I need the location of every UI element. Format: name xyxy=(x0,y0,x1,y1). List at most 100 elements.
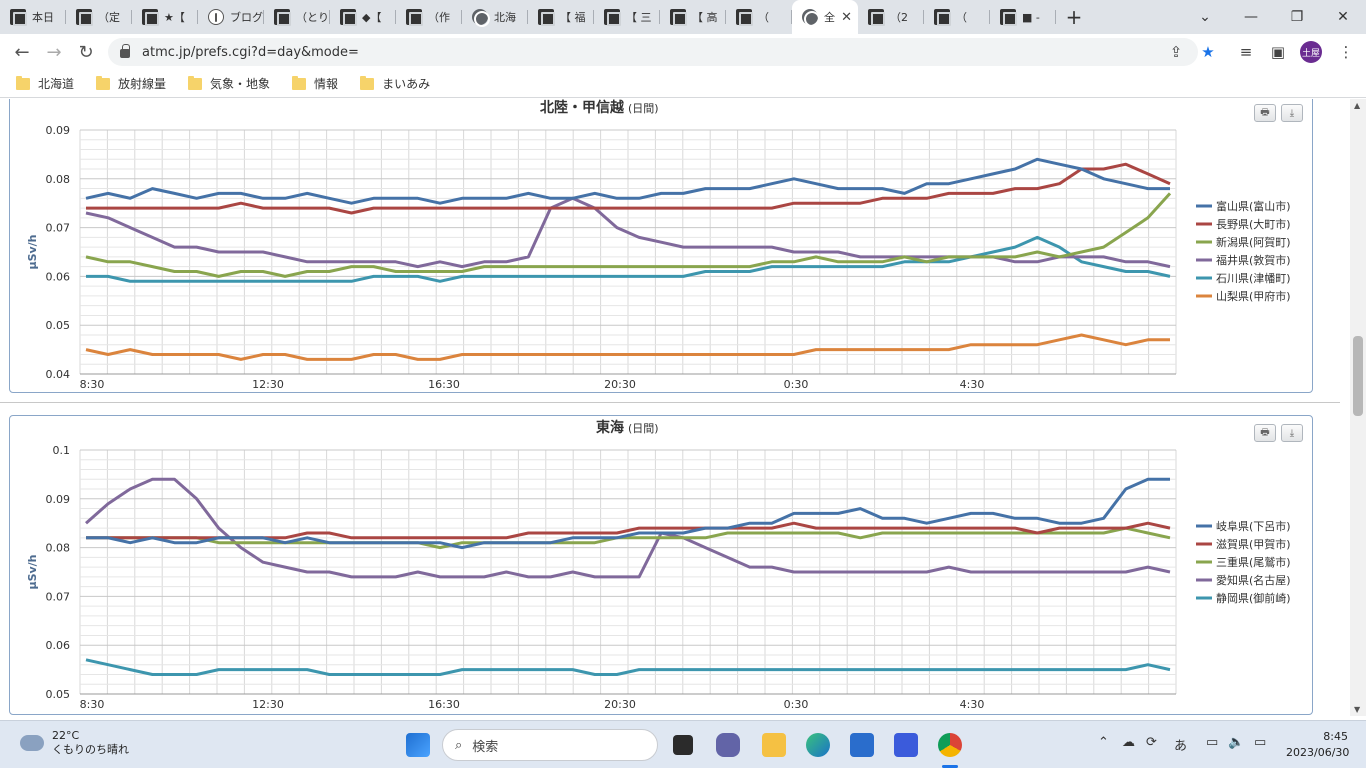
volume-icon[interactable]: 🔈 xyxy=(1228,735,1244,750)
chrome-icon[interactable] xyxy=(938,733,962,757)
y-tick-label: 0.09 xyxy=(46,124,71,137)
y-tick-label: 0.06 xyxy=(46,639,71,652)
browser-tab[interactable]: （2 xyxy=(858,0,924,34)
bookmark-folder[interactable]: 放射線量 xyxy=(96,75,166,92)
legend-entry: 愛知県(名古屋) xyxy=(1216,573,1291,587)
browser-tab[interactable]: 【 福 xyxy=(528,0,594,34)
app-icon[interactable] xyxy=(894,733,918,757)
browser-tab[interactable]: ◆【 xyxy=(330,0,396,34)
share-icon[interactable]: ⇪ xyxy=(1164,40,1188,64)
browser-tab[interactable]: ■ - xyxy=(990,0,1056,34)
browser-tab[interactable]: ★【 xyxy=(132,0,198,34)
bookmark-folder[interactable]: 情報 xyxy=(292,75,338,92)
tab-title: ◆【 xyxy=(362,11,382,24)
x-tick-label: 0:30 xyxy=(784,378,809,391)
legend-entry: 岐阜県(下呂市) xyxy=(1216,519,1291,533)
print-icon[interactable]: 🖶 xyxy=(1254,424,1276,442)
browser-tab[interactable]: 【 高 xyxy=(660,0,726,34)
store-icon[interactable] xyxy=(850,733,874,757)
restore-button[interactable]: ❐ xyxy=(1274,0,1320,34)
menu-kebab-icon[interactable]: ⋮ xyxy=(1334,40,1358,64)
browser-tab[interactable]: （ xyxy=(924,0,990,34)
download-icon[interactable]: ⤓ xyxy=(1281,424,1303,442)
cloud-sun-icon xyxy=(16,729,44,751)
browser-tab[interactable]: （作 xyxy=(396,0,462,34)
browser-tab[interactable]: 北海 xyxy=(462,0,528,34)
tab-title: 【 福 xyxy=(560,11,586,24)
profile-avatar[interactable]: 土屋 xyxy=(1300,41,1322,63)
reload-icon[interactable]: ↻ xyxy=(70,36,102,68)
side-panel-icon[interactable]: ▣ xyxy=(1266,40,1290,64)
teams-chat-icon[interactable] xyxy=(716,733,740,757)
site-icon xyxy=(406,9,423,26)
windows-taskbar: 22°C くもりのち晴れ ⌕ 検索 ⌃ ☁ ⟳ あ ▭ 🔈 ▭ 8:45 202… xyxy=(0,720,1366,768)
info-icon xyxy=(208,9,224,25)
chart-hokuriku: 北陸・甲信越 (日間) 0.09 0.08 0.07 0.06 0.05 0.04 μSv/h 8… xyxy=(26,99,1291,391)
x-tick-label: 16:30 xyxy=(428,698,460,711)
bookmark-star-icon[interactable]: ★ xyxy=(1196,40,1220,64)
legend-entry: 山梨県(甲府市) xyxy=(1216,289,1291,303)
task-view-icon[interactable] xyxy=(673,735,693,755)
battery-icon[interactable]: ▭ xyxy=(1254,735,1266,750)
x-tick-label: 8:30 xyxy=(80,698,105,711)
browser-tab[interactable]: 本日 xyxy=(0,0,66,34)
bookmark-folder[interactable]: まいあみ xyxy=(360,75,430,92)
bookmark-folder[interactable]: 気象・地象 xyxy=(188,75,270,92)
forward-arrow-icon[interactable]: → xyxy=(38,36,70,68)
tab-search-chevron-icon[interactable]: ⌄ xyxy=(1182,0,1228,34)
chart-panel-hokuriku: 北陸・甲信越 (日間) 0.09 0.08 0.07 0.06 0.05 0.04 μSv/h 8… xyxy=(9,99,1313,393)
onedrive-icon[interactable]: ☁ xyxy=(1122,735,1135,750)
tab-strip: 本日 （定 ★【 ブログ （とり ◆【 （作 北海【 福【 三【 高（全 ✕ （2 （■ - + xyxy=(0,0,1366,34)
page-scrollbar[interactable]: ▲ ▼ xyxy=(1350,99,1366,716)
tab-title: ブログ xyxy=(230,11,263,24)
browser-tab[interactable]: 【 三 xyxy=(594,0,660,34)
y-tick-label: 0.08 xyxy=(46,542,71,555)
weather-widget[interactable]: 22°C くもりのち晴れ xyxy=(16,729,129,757)
x-tick-label: 20:30 xyxy=(604,698,636,711)
site-icon xyxy=(868,9,885,26)
url-text[interactable]: atmc.jp/prefs.cgi?d=day&mode= xyxy=(142,45,359,60)
clock[interactable]: 8:45 2023/06/30 xyxy=(1286,729,1349,761)
new-tab-button[interactable]: + xyxy=(1056,5,1092,29)
ime-indicator[interactable]: あ xyxy=(1174,735,1187,754)
sync-icon[interactable]: ⟳ xyxy=(1146,735,1157,750)
x-tick-label: 12:30 xyxy=(252,698,284,711)
back-arrow-icon[interactable]: ← xyxy=(6,36,38,68)
x-tick-label: 12:30 xyxy=(252,378,284,391)
reading-list-icon[interactable]: ≡ xyxy=(1234,40,1258,64)
scroll-down-arrow-icon[interactable]: ▼ xyxy=(1354,705,1360,714)
close-tab-icon[interactable]: ✕ xyxy=(841,10,852,25)
scroll-up-arrow-icon[interactable]: ▲ xyxy=(1354,101,1360,110)
y-tick-label: 0.1 xyxy=(53,444,71,457)
legend-entry: 富山県(富山市) xyxy=(1216,199,1291,213)
chevron-up-icon[interactable]: ⌃ xyxy=(1098,735,1109,750)
edge-browser-icon[interactable] xyxy=(806,733,830,757)
temperature: 22°C xyxy=(52,729,80,742)
tab-title: 全 xyxy=(824,11,835,24)
bookmark-folder[interactable]: 北海道 xyxy=(16,75,74,92)
browser-tab[interactable]: （ xyxy=(726,0,792,34)
chart-panel-tokai: 東海 (日間) 0.1 0.09 0.08 0.07 0.06 0.05 μSv/h 8:30 12… xyxy=(9,415,1313,715)
taskbar-search[interactable]: ⌕ 検索 xyxy=(442,729,658,761)
lock-icon[interactable] xyxy=(120,44,130,58)
download-icon[interactable]: ⤓ xyxy=(1281,104,1303,122)
minimize-button[interactable]: — xyxy=(1228,0,1274,34)
scrollbar-thumb[interactable] xyxy=(1353,336,1363,416)
address-bar[interactable]: atmc.jp/prefs.cgi?d=day&mode= xyxy=(108,38,1198,66)
network-icon[interactable]: ▭ xyxy=(1206,735,1218,750)
x-tick-label: 0:30 xyxy=(784,698,809,711)
folder-icon xyxy=(292,75,307,90)
start-windows-icon[interactable] xyxy=(406,733,430,757)
tab-title: ★【 xyxy=(164,11,185,24)
browser-tab[interactable]: （とり xyxy=(264,0,330,34)
search-label: 検索 xyxy=(472,739,499,755)
close-window-button[interactable]: ✕ xyxy=(1320,0,1366,34)
print-icon[interactable]: 🖶 xyxy=(1254,104,1276,122)
file-explorer-icon[interactable] xyxy=(762,733,786,757)
browser-tab[interactable]: ブログ xyxy=(198,0,264,34)
browser-tab[interactable]: 全 ✕ xyxy=(792,0,858,34)
site-icon xyxy=(340,9,357,26)
weather-text: くもりのち晴れ xyxy=(52,743,129,756)
site-icon xyxy=(670,9,687,26)
browser-tab[interactable]: （定 xyxy=(66,0,132,34)
